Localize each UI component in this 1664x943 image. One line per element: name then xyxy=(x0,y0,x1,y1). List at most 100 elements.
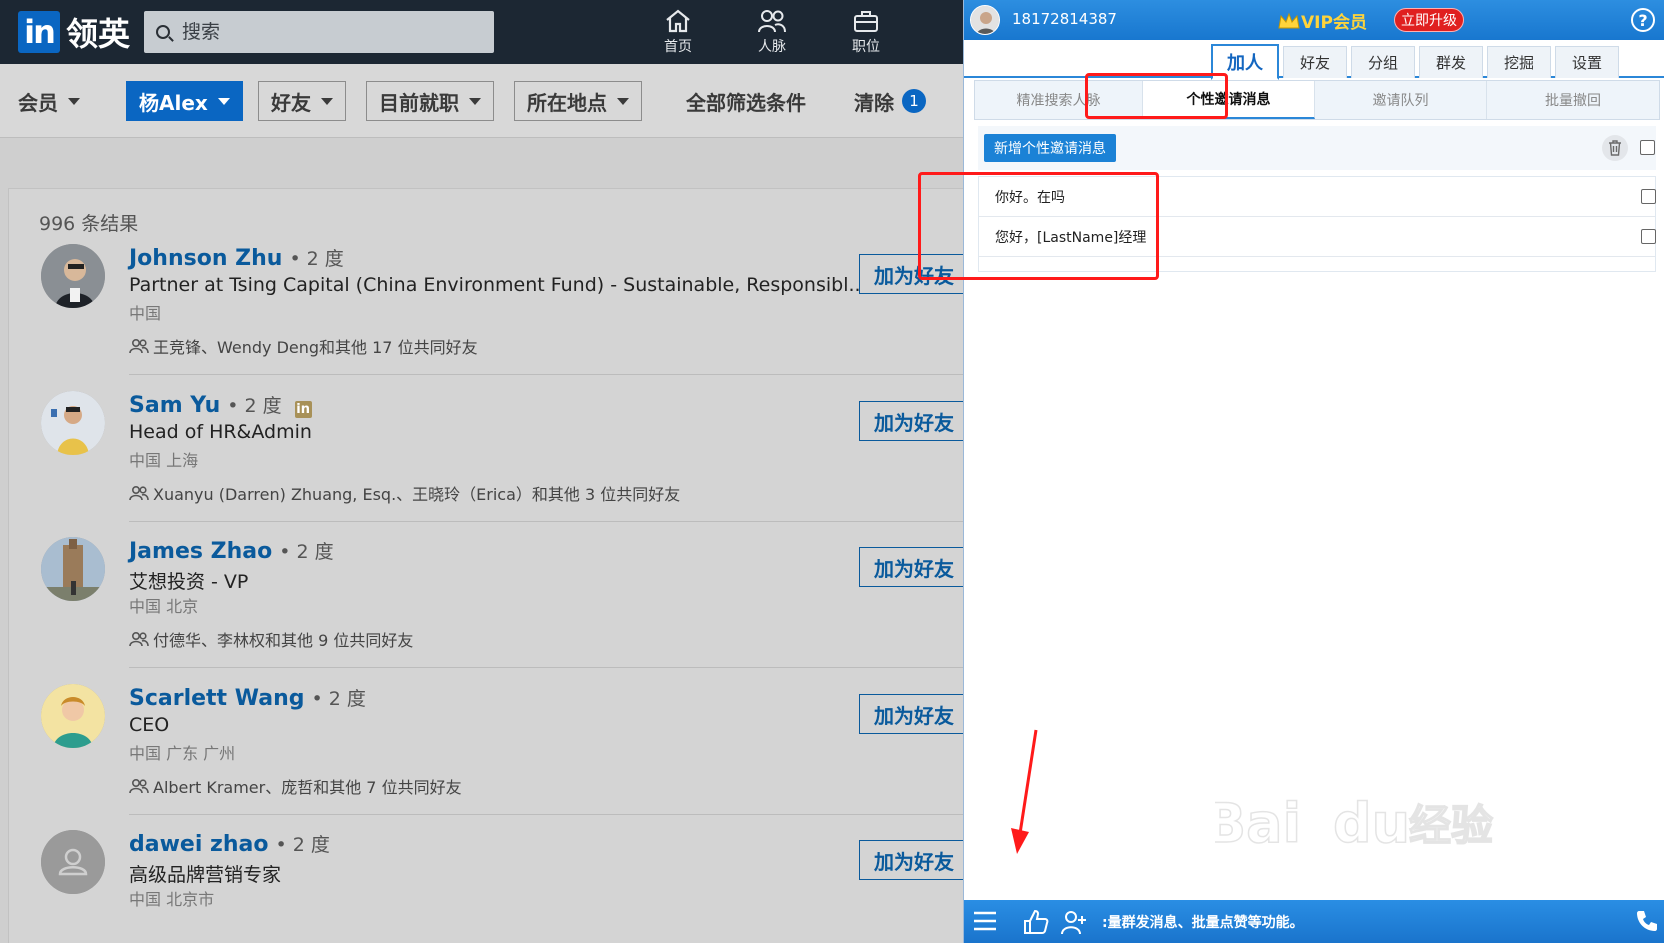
upgrade-button[interactable]: 立即升级 xyxy=(1394,8,1464,32)
delete-button[interactable] xyxy=(1602,135,1628,161)
tab-add-people[interactable]: 加人 xyxy=(1211,44,1279,80)
message-checkbox[interactable] xyxy=(1641,189,1656,204)
chevron-down-icon xyxy=(68,97,80,105)
menu-icon[interactable] xyxy=(972,908,998,934)
result-name-link[interactable]: dawei zhao xyxy=(129,832,268,857)
filter-friends-label: 好友 xyxy=(271,90,311,115)
search-input[interactable] xyxy=(182,21,472,43)
filter-friends[interactable]: 好友 xyxy=(258,81,346,121)
subtab-precise-search[interactable]: 精准搜索人脉 xyxy=(975,81,1143,119)
linkedin-logo[interactable]: in 领英 xyxy=(18,11,130,53)
result-location: 中国 xyxy=(129,304,162,323)
filter-person-label: 杨Alex xyxy=(139,90,208,115)
add-friend-button[interactable]: 加为好友 xyxy=(859,840,963,880)
subtab-personal-invite[interactable]: 个性邀请消息 xyxy=(1143,81,1315,119)
tab-settings[interactable]: 设置 xyxy=(1555,46,1619,78)
tab-friends[interactable]: 好友 xyxy=(1283,46,1347,78)
filter-location-label: 所在地点 xyxy=(527,90,607,115)
phone-icon[interactable] xyxy=(1634,908,1660,934)
nav-network-label: 人脉 xyxy=(758,39,786,55)
avatar[interactable] xyxy=(41,244,105,308)
result-row: dawei zhao • 2 度 高级品牌营销专家 中国 北京市 加为好友 xyxy=(9,830,963,943)
linkedin-logo-icon: in xyxy=(18,11,60,53)
mutual-connections[interactable]: 王竞锋、Wendy Deng和其他 17 位共同好友 xyxy=(129,334,478,358)
avatar[interactable] xyxy=(41,684,105,748)
tab-mass-message[interactable]: 群发 xyxy=(1419,46,1483,78)
nav-jobs-label: 职位 xyxy=(852,39,880,55)
add-invite-message-button[interactable]: 新增个性邀请消息 xyxy=(984,134,1116,162)
results-count: 996 条结果 xyxy=(39,213,139,235)
list-item[interactable]: 你好。在吗 xyxy=(979,177,1656,217)
chevron-down-icon xyxy=(617,97,629,105)
nav-home-label: 首页 xyxy=(664,39,692,55)
result-headline: Partner at Tsing Capital (China Environm… xyxy=(129,274,867,296)
result-name-link[interactable]: Sam Yu xyxy=(129,393,220,418)
avatar[interactable] xyxy=(41,537,105,601)
divider xyxy=(129,521,963,522)
result-headline: CEO xyxy=(129,714,170,736)
message-checkbox[interactable] xyxy=(1641,229,1656,244)
avatar[interactable] xyxy=(41,391,105,455)
chevron-down-icon xyxy=(469,97,481,105)
mutual-connections[interactable]: Albert Kramer、庞哲和其他 7 位共同好友 xyxy=(129,774,462,798)
tab-groups[interactable]: 分组 xyxy=(1351,46,1415,78)
search-box[interactable] xyxy=(144,11,494,53)
default-avatar-icon xyxy=(41,830,105,894)
result-name-line: Scarlett Wang • 2 度 xyxy=(129,684,366,711)
filter-location[interactable]: 所在地点 xyxy=(514,81,642,121)
result-row: Johnson Zhu • 2 度 Partner at Tsing Capit… xyxy=(9,244,963,399)
all-filters-button[interactable]: 全部筛选条件 xyxy=(674,81,818,121)
filter-person[interactable]: 杨Alex xyxy=(126,81,243,121)
add-friend-button[interactable]: 加为好友 xyxy=(859,254,963,294)
nav-home[interactable]: 首页 xyxy=(638,6,718,60)
subtab-batch-withdraw[interactable]: 批量撤回 xyxy=(1487,81,1659,119)
add-friend-button[interactable]: 加为好友 xyxy=(859,547,963,587)
mutual-connections-text: 付德华、李林权和其他 9 位共同好友 xyxy=(153,631,414,650)
divider xyxy=(129,814,963,815)
result-location: 中国 北京 xyxy=(129,597,199,616)
result-name-link[interactable]: Scarlett Wang xyxy=(129,686,304,711)
clear-filters-label: 清除 xyxy=(854,90,894,115)
trash-icon xyxy=(1609,140,1621,156)
select-all-checkbox[interactable] xyxy=(1640,140,1655,155)
mutual-connections[interactable]: 付德华、李林权和其他 9 位共同好友 xyxy=(129,627,413,651)
add-friend-button[interactable]: 加为好友 xyxy=(859,694,963,734)
tab-mining[interactable]: 挖掘 xyxy=(1487,46,1551,78)
result-name-line: Sam Yu • 2 度 in xyxy=(129,391,312,418)
filter-current-job[interactable]: 目前就职 xyxy=(366,81,494,121)
search-results: 996 条结果 Johnson Zhu • 2 度 Partner at Tsi… xyxy=(8,188,963,943)
vip-status: VIP会员 xyxy=(1277,8,1367,33)
add-user-icon[interactable] xyxy=(1060,908,1088,936)
result-name-line: Johnson Zhu • 2 度 xyxy=(129,244,344,271)
filter-member-label: 会员 xyxy=(18,90,58,115)
annotation-arrow-icon xyxy=(1011,729,1038,854)
result-row: Sam Yu • 2 度 in Head of HR&Admin 中国 上海 X… xyxy=(9,391,963,546)
add-friend-button[interactable]: 加为好友 xyxy=(859,401,963,441)
nav-network[interactable]: 人脉 xyxy=(732,6,812,60)
connection-degree: • 2 度 xyxy=(279,541,334,563)
crown-icon xyxy=(1278,12,1300,28)
result-name-link[interactable]: Johnson Zhu xyxy=(129,246,282,271)
filter-member[interactable]: 会员 xyxy=(6,81,92,121)
subtab-invite-queue[interactable]: 邀请队列 xyxy=(1315,81,1487,119)
divider xyxy=(129,667,963,668)
result-name-link[interactable]: James Zhao xyxy=(129,539,272,564)
home-icon xyxy=(666,9,690,33)
connection-degree: • 2 度 xyxy=(289,248,344,270)
people-icon xyxy=(129,631,149,647)
mutual-connections-text: Albert Kramer、庞哲和其他 7 位共同好友 xyxy=(153,778,462,797)
mutual-connections[interactable]: Xuanyu (Darren) Zhuang, Esq.、王晓玲（Erica）和… xyxy=(129,481,680,505)
chevron-down-icon xyxy=(217,97,230,105)
avatar[interactable] xyxy=(41,830,105,894)
plugin-sub-tabs: 精准搜索人脉 个性邀请消息 邀请队列 批量撤回 xyxy=(974,80,1660,120)
plugin-header: 18172814387 VIP会员 立即升级 ? xyxy=(964,0,1664,40)
nav-jobs[interactable]: 职位 xyxy=(826,6,906,60)
list-item[interactable]: 您好，[LastName]经理 xyxy=(979,217,1656,257)
help-icon[interactable]: ? xyxy=(1631,8,1655,32)
clear-filters-button[interactable]: 清除 1 xyxy=(842,81,938,121)
user-avatar[interactable] xyxy=(970,5,1000,35)
linkedin-top-bar: in 领英 首页 人脉 职位 xyxy=(0,0,963,64)
thumbs-up-icon[interactable] xyxy=(1022,908,1050,936)
people-icon xyxy=(129,485,149,501)
invite-message-text: 你好。在吗 xyxy=(995,189,1065,206)
